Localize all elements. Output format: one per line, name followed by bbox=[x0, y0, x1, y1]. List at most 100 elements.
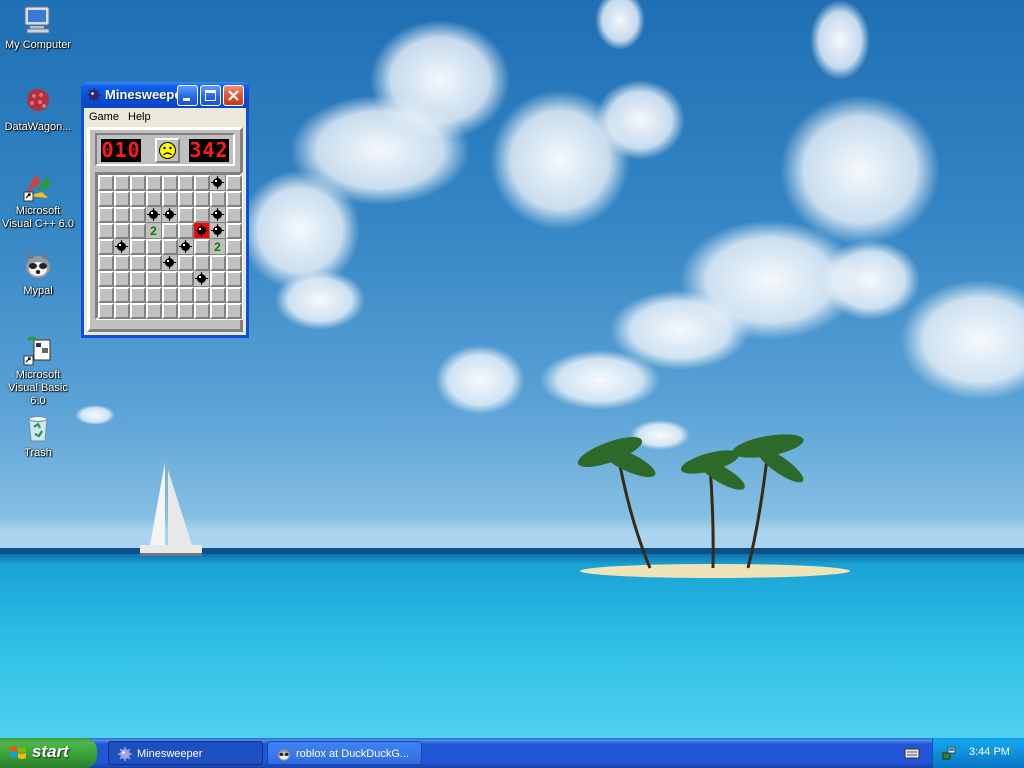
mine-cell-revealed-mine[interactable] bbox=[146, 207, 162, 223]
menu-help[interactable]: Help bbox=[128, 111, 151, 123]
mine-cell-revealed-mine[interactable] bbox=[210, 223, 226, 239]
mine-cell-hidden[interactable] bbox=[98, 223, 114, 239]
mine-cell-hidden[interactable] bbox=[178, 191, 194, 207]
mine-cell-hidden[interactable] bbox=[162, 303, 178, 319]
mine-cell-hidden[interactable] bbox=[210, 255, 226, 271]
desktop-icon-visual-cpp[interactable]: Microsoft Visual C++ 6.0 bbox=[0, 170, 76, 231]
mine-cell-hidden[interactable] bbox=[226, 239, 242, 255]
mine-cell-hidden[interactable] bbox=[114, 207, 130, 223]
mine-cell-hidden[interactable] bbox=[194, 255, 210, 271]
minesweeper-window[interactable]: Minesweeper... Game Help 010 342 2 2 bbox=[81, 82, 249, 338]
mine-cell-hidden[interactable] bbox=[178, 175, 194, 191]
mine-cell-hidden[interactable] bbox=[114, 223, 130, 239]
mine-cell-hidden[interactable] bbox=[226, 223, 242, 239]
mine-cell-hidden[interactable] bbox=[114, 303, 130, 319]
mine-cell-hidden[interactable] bbox=[130, 191, 146, 207]
menu-game[interactable]: Game bbox=[89, 111, 119, 123]
mine-cell-hidden[interactable] bbox=[146, 303, 162, 319]
mine-cell-hidden[interactable] bbox=[178, 303, 194, 319]
mine-cell-hidden[interactable] bbox=[130, 223, 146, 239]
mine-cell-hidden[interactable] bbox=[162, 191, 178, 207]
mine-cell-hidden[interactable] bbox=[98, 303, 114, 319]
mine-cell-hidden[interactable] bbox=[194, 287, 210, 303]
mine-cell-revealed-mine[interactable] bbox=[210, 207, 226, 223]
mine-cell-hidden[interactable] bbox=[98, 175, 114, 191]
mine-cell-hidden[interactable] bbox=[210, 191, 226, 207]
desktop-icon-mypal[interactable]: Mypal bbox=[0, 250, 76, 298]
mine-cell-hidden[interactable] bbox=[226, 271, 242, 287]
mine-cell-hidden[interactable] bbox=[194, 191, 210, 207]
mine-cell-hidden[interactable] bbox=[194, 303, 210, 319]
mine-cell-hidden[interactable] bbox=[130, 303, 146, 319]
mine-cell-hidden[interactable] bbox=[98, 207, 114, 223]
maximize-button[interactable] bbox=[200, 85, 221, 106]
mine-cell-revealed-mine[interactable] bbox=[194, 271, 210, 287]
clock[interactable]: 3:44 PM bbox=[969, 746, 1010, 758]
mine-cell-hidden[interactable] bbox=[162, 175, 178, 191]
mine-cell-hidden[interactable] bbox=[226, 287, 242, 303]
mine-cell-hidden[interactable] bbox=[114, 175, 130, 191]
window-titlebar[interactable]: Minesweeper... bbox=[81, 82, 249, 108]
minimize-button[interactable] bbox=[177, 85, 198, 106]
mine-cell-hidden[interactable] bbox=[226, 255, 242, 271]
mine-cell-hidden[interactable] bbox=[194, 207, 210, 223]
new-game-face-button[interactable] bbox=[155, 138, 180, 163]
taskbar-button-browser[interactable]: roblox at DuckDuckG... bbox=[267, 741, 422, 765]
mine-cell-hidden[interactable] bbox=[162, 223, 178, 239]
mine-cell-revealed-mine[interactable] bbox=[178, 239, 194, 255]
mine-cell-hidden[interactable] bbox=[226, 207, 242, 223]
mine-cell-hidden[interactable] bbox=[210, 287, 226, 303]
mine-cell-hidden[interactable] bbox=[146, 191, 162, 207]
keyboard-language-icon[interactable] bbox=[904, 746, 920, 760]
mine-cell-exploded[interactable] bbox=[194, 223, 210, 239]
mine-cell-hidden[interactable] bbox=[98, 287, 114, 303]
mine-cell-hidden[interactable] bbox=[114, 287, 130, 303]
network-icon[interactable] bbox=[941, 745, 957, 761]
mine-cell-hidden[interactable] bbox=[98, 255, 114, 271]
mine-cell-hidden[interactable] bbox=[210, 303, 226, 319]
mine-cell-hidden[interactable] bbox=[210, 271, 226, 287]
mine-cell-hidden[interactable] bbox=[98, 191, 114, 207]
mine-cell-hidden[interactable] bbox=[130, 287, 146, 303]
mine-cell-revealed-mine[interactable] bbox=[162, 255, 178, 271]
mine-cell-hidden[interactable] bbox=[226, 303, 242, 319]
desktop-icon-datawagon[interactable]: DataWagon... bbox=[0, 86, 76, 134]
mine-cell-hidden[interactable] bbox=[130, 175, 146, 191]
mine-cell-hidden[interactable] bbox=[226, 175, 242, 191]
mine-cell-hidden[interactable] bbox=[114, 271, 130, 287]
mine-cell-hidden[interactable] bbox=[114, 191, 130, 207]
desktop-icon-trash[interactable]: Trash bbox=[0, 412, 76, 460]
mine-cell-hidden[interactable] bbox=[178, 287, 194, 303]
mine-cell-revealed-mine[interactable] bbox=[114, 239, 130, 255]
mine-cell-hidden[interactable] bbox=[146, 287, 162, 303]
mine-cell-hidden[interactable] bbox=[146, 175, 162, 191]
mine-cell-hidden[interactable] bbox=[146, 271, 162, 287]
mine-cell-hidden[interactable] bbox=[178, 223, 194, 239]
desktop-icon-my-computer[interactable]: My Computer bbox=[0, 4, 76, 52]
mine-cell-number[interactable]: 2 bbox=[210, 239, 226, 255]
mine-cell-hidden[interactable] bbox=[162, 239, 178, 255]
mine-cell-hidden[interactable] bbox=[194, 239, 210, 255]
mine-cell-hidden[interactable] bbox=[130, 271, 146, 287]
mine-cell-hidden[interactable] bbox=[146, 255, 162, 271]
mine-cell-hidden[interactable] bbox=[130, 239, 146, 255]
mine-cell-hidden[interactable] bbox=[178, 207, 194, 223]
mine-cell-hidden[interactable] bbox=[162, 287, 178, 303]
desktop-icon-visual-basic[interactable]: Microsoft Visual Basic 6.0 bbox=[0, 334, 76, 408]
mine-cell-hidden[interactable] bbox=[162, 271, 178, 287]
close-button[interactable] bbox=[223, 85, 244, 106]
mine-cell-hidden[interactable] bbox=[114, 255, 130, 271]
mine-cell-hidden[interactable] bbox=[98, 239, 114, 255]
taskbar-button-minesweeper[interactable]: Minesweeper bbox=[108, 741, 263, 765]
mine-cell-revealed-mine[interactable] bbox=[210, 175, 226, 191]
mine-cell-hidden[interactable] bbox=[146, 239, 162, 255]
start-button[interactable]: start bbox=[0, 738, 97, 768]
mine-cell-hidden[interactable] bbox=[130, 207, 146, 223]
mine-cell-hidden[interactable] bbox=[98, 271, 114, 287]
mine-cell-hidden[interactable] bbox=[130, 255, 146, 271]
mine-cell-hidden[interactable] bbox=[178, 255, 194, 271]
mine-cell-revealed-mine[interactable] bbox=[162, 207, 178, 223]
mine-cell-hidden[interactable] bbox=[178, 271, 194, 287]
mine-cell-hidden[interactable] bbox=[226, 191, 242, 207]
mine-cell-hidden[interactable] bbox=[194, 175, 210, 191]
